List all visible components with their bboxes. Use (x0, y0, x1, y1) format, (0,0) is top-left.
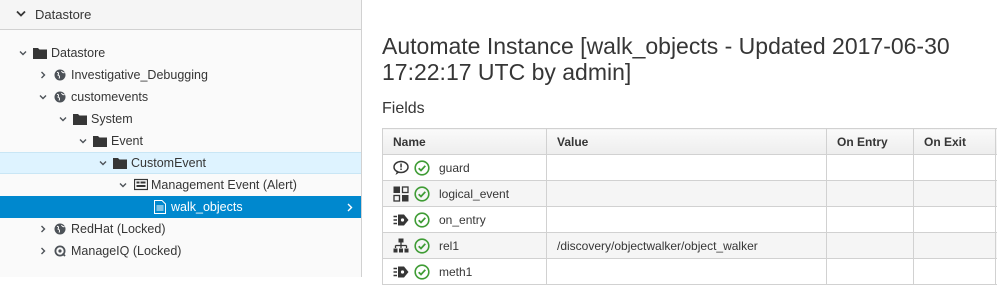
tree-node-system[interactable]: System (0, 108, 361, 130)
tree-node-label: RedHat (Locked) (71, 222, 166, 236)
instance-icon (154, 200, 166, 214)
accordion-header-datastore[interactable]: Datastore (0, 0, 361, 30)
chevron-right-icon (347, 203, 353, 212)
folder-icon (33, 46, 47, 60)
tree-node-customevents[interactable]: customevents (0, 86, 361, 108)
tree-node-label: walk_objects (171, 200, 243, 214)
column-header-on-entry[interactable]: On Entry (827, 129, 914, 155)
field-name: guard (439, 161, 470, 175)
field-name: logical_event (439, 187, 509, 201)
field-name: meth1 (439, 265, 472, 279)
cell-value (547, 259, 827, 285)
cell-on-exit (914, 233, 996, 259)
table-row[interactable]: rel1 /discovery/objectwalker/object_walk… (383, 233, 997, 259)
folder-icon (113, 156, 127, 170)
table-row[interactable]: guard (383, 155, 997, 181)
folder-icon (73, 112, 87, 126)
tree-node-label: CustomEvent (131, 156, 206, 170)
check-circle-icon (414, 212, 430, 228)
tree-node-label: customevents (71, 90, 148, 104)
chevron-right-icon[interactable] (39, 71, 47, 79)
table-row[interactable]: meth1 (383, 259, 997, 285)
tree-node-label: Management Event (Alert) (151, 178, 297, 192)
cell-name: guard (383, 155, 547, 181)
globe-icon (54, 69, 66, 81)
chevron-down-icon[interactable] (119, 181, 127, 189)
globe-icon (54, 223, 66, 235)
relationship-icon (393, 238, 411, 254)
globe-icon (54, 91, 66, 103)
tree-node-label: Investigative_Debugging (71, 68, 208, 82)
cell-name: meth1 (383, 259, 547, 285)
tree-node-datastore[interactable]: Datastore (0, 42, 361, 64)
method-icon (393, 264, 411, 280)
chevron-right-icon[interactable] (39, 225, 47, 233)
tree-node-customevent[interactable]: CustomEvent (0, 152, 361, 174)
check-circle-icon (414, 186, 430, 202)
chevron-down-icon (16, 10, 26, 18)
manageiq-lock-icon (54, 245, 66, 257)
tree-node-redhat-locked[interactable]: RedHat (Locked) (0, 218, 361, 240)
cell-value (547, 207, 827, 233)
column-header-on-exit[interactable]: On Exit (914, 129, 996, 155)
chevron-right-icon[interactable] (39, 247, 47, 255)
table-row[interactable]: on_entry (383, 207, 997, 233)
cell-on-exit (914, 259, 996, 285)
cell-on-exit (914, 181, 996, 207)
table-row[interactable]: logical_event (383, 181, 997, 207)
tree-node-label: System (91, 112, 133, 126)
chevron-down-icon[interactable] (19, 49, 27, 57)
check-circle-icon (414, 160, 430, 176)
tree-node-label: Event (111, 134, 143, 148)
check-circle-icon (414, 264, 430, 280)
cell-on-entry (827, 233, 914, 259)
cell-value: /discovery/objectwalker/object_walker (547, 233, 827, 259)
cell-value (547, 155, 827, 181)
column-header-value[interactable]: Value (547, 129, 827, 155)
chevron-down-icon[interactable] (79, 137, 87, 145)
cell-on-entry (827, 155, 914, 181)
cell-on-exit (914, 155, 996, 181)
section-title-fields: Fields (382, 100, 425, 118)
sidebar: Datastore Datastore Investigative_Debugg… (0, 0, 362, 277)
tree-node-manageiq-locked[interactable]: ManageIQ (Locked) (0, 240, 361, 262)
column-header-name[interactable]: Name (383, 129, 547, 155)
cell-on-exit (914, 207, 996, 233)
table-header-row: Name Value On Entry On Exit (383, 129, 997, 155)
chevron-down-icon[interactable] (59, 115, 67, 123)
chevron-down-icon[interactable] (99, 159, 107, 167)
cell-name: logical_event (383, 181, 547, 207)
chevron-down-icon[interactable] (39, 93, 47, 101)
guard-icon (393, 160, 411, 176)
on-entry-icon (393, 212, 411, 228)
accordion-title: Datastore (35, 7, 91, 22)
field-name: on_entry (439, 213, 486, 227)
tree-node-management-event-alert[interactable]: Management Event (Alert) (0, 174, 361, 196)
tree-node-label: Datastore (51, 46, 105, 60)
tree-node-event[interactable]: Event (0, 130, 361, 152)
cell-on-entry (827, 207, 914, 233)
cell-on-entry (827, 181, 914, 207)
page-title: Automate Instance [walk_objects - Update… (382, 33, 987, 85)
main-content: Automate Instance [walk_objects - Update… (382, 0, 997, 277)
cell-name: rel1 (383, 233, 547, 259)
logical-event-icon (393, 186, 411, 202)
tree-node-label: ManageIQ (Locked) (71, 244, 181, 258)
check-circle-icon (414, 238, 430, 254)
class-icon (134, 178, 148, 192)
cell-name: on_entry (383, 207, 547, 233)
tree-node-walk-objects[interactable]: walk_objects (0, 196, 361, 218)
cell-value (547, 181, 827, 207)
tree-node-investigative-debugging[interactable]: Investigative_Debugging (0, 64, 361, 86)
cell-on-entry (827, 259, 914, 285)
field-name: rel1 (439, 239, 459, 253)
fields-table: Name Value On Entry On Exit guard (382, 128, 997, 285)
folder-icon (93, 134, 107, 148)
